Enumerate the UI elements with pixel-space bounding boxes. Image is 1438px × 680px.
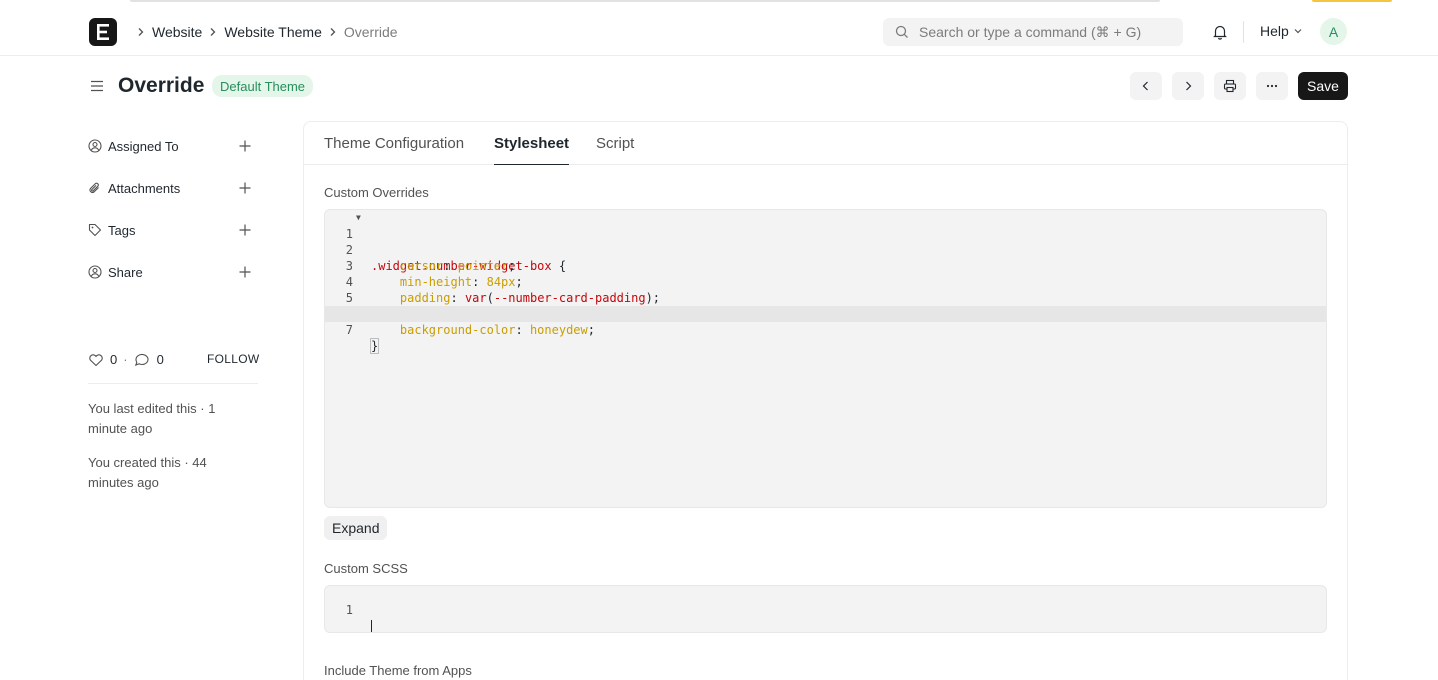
fold-arrow-icon[interactable]: ▼ (356, 210, 361, 226)
search-input[interactable]: Search or type a command (⌘ + G) (883, 18, 1183, 46)
share-icon (88, 265, 102, 279)
code-line: 3 min-height: 84px; (325, 242, 1326, 289)
expand-button[interactable]: Expand (324, 516, 388, 540)
custom-overrides-editor[interactable]: 1 ▼ .widget.number-widget-box { 2 cursor… (324, 209, 1327, 508)
chevron-right-icon (1186, 81, 1192, 91)
custom-scss-editor[interactable]: 1 (324, 585, 1327, 633)
sidebar-item-label: Assigned To (108, 138, 179, 154)
page-title: Override (118, 74, 205, 97)
likes-comments-row: 0 · 0 FOLLOW (88, 352, 259, 367)
last-edited-text: You last edited this · 1 minute ago (88, 401, 216, 436)
user-avatar[interactable]: A (1320, 18, 1347, 45)
comments-count: 0 (156, 352, 164, 367)
status-badge: Default Theme (212, 75, 314, 97)
plus-icon[interactable] (238, 139, 252, 153)
next-doc-button[interactable] (1172, 72, 1204, 100)
sidebar-toggle-icon[interactable] (89, 78, 105, 94)
form-card: Theme Configuration Stylesheet Script Cu… (303, 121, 1348, 680)
comments-button[interactable]: 0 (134, 352, 164, 367)
code-line: 1 (325, 586, 1326, 632)
include-theme-label: Include Theme from Apps (324, 663, 472, 678)
previous-doc-button[interactable] (1130, 72, 1162, 100)
comment-icon (134, 353, 149, 366)
breadcrumb-website[interactable]: Website (152, 24, 202, 40)
help-dropdown[interactable]: Help (1260, 23, 1303, 39)
chevron-down-icon (1294, 29, 1302, 34)
plus-icon[interactable] (238, 223, 252, 237)
app-logo[interactable] (89, 18, 117, 46)
line-number: 1 (345, 603, 353, 617)
chevron-right-icon (136, 27, 146, 37)
code-line: 2 cursor: pointer; (325, 226, 1326, 273)
custom-scss-label: Custom SCSS (324, 561, 408, 576)
likes-count: 0 (110, 352, 118, 367)
code-text: background-color: honeydew; (399, 323, 595, 337)
like-button[interactable]: 0 (88, 352, 117, 367)
chevron-right-icon (328, 27, 338, 37)
sidebar-item-label: Tags (108, 222, 136, 238)
tab-script[interactable]: Script (596, 135, 634, 165)
more-horizontal-icon (1266, 84, 1278, 88)
assign-icon (88, 139, 102, 153)
frappe-logo-icon (97, 24, 109, 40)
sidebar-item-share[interactable]: Share (88, 262, 258, 282)
created-text: You created this · 44 minutes ago (88, 455, 207, 490)
code-text: } (369, 338, 380, 354)
plus-icon[interactable] (238, 265, 252, 279)
breadcrumb-website-theme[interactable]: Website Theme (224, 24, 322, 40)
printer-icon (1223, 79, 1237, 93)
chevron-right-icon (208, 27, 218, 37)
search-icon (895, 25, 908, 38)
tab-theme-configuration[interactable]: Theme Configuration (324, 135, 464, 165)
plus-icon[interactable] (238, 181, 252, 195)
follow-button[interactable]: FOLLOW (207, 352, 259, 366)
top-progress-bar (130, 0, 1160, 2)
more-actions-button[interactable] (1256, 72, 1288, 100)
navbar-divider (1243, 21, 1244, 43)
code-line: 1 ▼ .widget.number-widget-box { (325, 210, 1326, 273)
navbar: Website Website Theme Override Search or… (0, 6, 1438, 56)
separator-dot: · (123, 352, 128, 367)
sidebar-item-attachments[interactable]: Attachments (88, 178, 258, 198)
top-accent-bar (1312, 0, 1392, 2)
code-line: 6 background-color: honeydew; (325, 290, 1326, 337)
sidebar-item-tags[interactable]: Tags (88, 220, 258, 240)
form-tabs: Theme Configuration Stylesheet Script (304, 122, 1347, 165)
sidebar-item-assigned-to[interactable]: Assigned To (88, 136, 258, 156)
chevron-left-icon (1142, 81, 1148, 91)
code-line: 5 border: 1px solid var(--border-color); (325, 274, 1326, 321)
breadcrumb-current: Override (343, 24, 398, 40)
custom-overrides-label: Custom Overrides (324, 185, 429, 200)
code-line-active: 7 } (325, 306, 1326, 354)
breadcrumb: Website Website Theme Override (130, 22, 398, 42)
sidebar-divider (88, 383, 258, 384)
line-number: 7 (345, 323, 353, 337)
tab-stylesheet[interactable]: Stylesheet (494, 135, 570, 165)
code-line: 4 padding: var(--number-card-padding); (325, 258, 1326, 305)
search-placeholder: Search or type a command (⌘ + G) (919, 23, 1142, 40)
text-caret (371, 619, 372, 632)
help-label: Help (1260, 23, 1289, 39)
heart-icon (89, 353, 103, 366)
sidebar-item-label: Attachments (108, 180, 181, 196)
sidebar-item-label: Share (108, 264, 143, 280)
save-button[interactable]: Save (1298, 72, 1348, 100)
page-header: Override Default Theme Save (0, 56, 1438, 116)
print-button[interactable] (1214, 72, 1246, 100)
code-text (371, 618, 372, 632)
tag-icon (88, 223, 102, 237)
notification-bell-icon[interactable] (1211, 23, 1229, 41)
paperclip-icon (88, 181, 102, 195)
